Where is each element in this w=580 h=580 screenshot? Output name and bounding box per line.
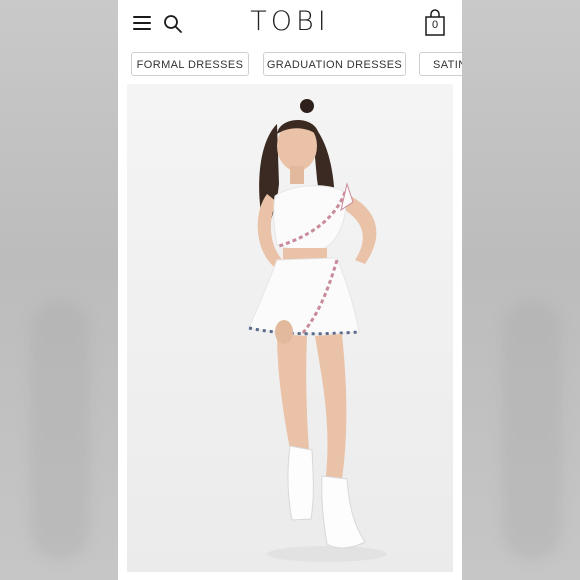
- hair-bun: [300, 99, 314, 113]
- model-illustration: [248, 99, 387, 562]
- crop-top: [273, 185, 347, 251]
- skort: [248, 257, 360, 335]
- boot-right: [321, 475, 366, 549]
- hand: [275, 320, 293, 344]
- background-shadow: [502, 300, 562, 560]
- blurred-background-left: [0, 0, 118, 580]
- background-shadow: [30, 300, 90, 560]
- chip-formal-dresses[interactable]: FORMAL DRESSES: [131, 52, 249, 76]
- shopping-bag-icon[interactable]: 0: [424, 9, 446, 37]
- blurred-background-right: [462, 0, 580, 580]
- chip-graduation-dresses[interactable]: GRADUATION DRESSES: [263, 52, 406, 76]
- hamburger-menu-icon[interactable]: [133, 16, 151, 30]
- neck: [290, 166, 304, 184]
- mobile-screen: TOBI 0 FORMAL DRESSES GRADUATION DRESSES…: [118, 0, 462, 580]
- search-icon[interactable]: [163, 14, 183, 34]
- chip-satin[interactable]: SATIN: [419, 52, 462, 76]
- product-photo[interactable]: [127, 84, 453, 572]
- bottom-strip: [118, 572, 462, 580]
- leg-right: [315, 334, 347, 486]
- boot-left: [287, 445, 314, 521]
- floor-shadow: [267, 546, 387, 562]
- category-chip-bar: FORMAL DRESSES GRADUATION DRESSES SATIN: [118, 46, 462, 84]
- cart-count: 0: [431, 19, 439, 31]
- top-navigation-bar: TOBI 0: [118, 0, 462, 47]
